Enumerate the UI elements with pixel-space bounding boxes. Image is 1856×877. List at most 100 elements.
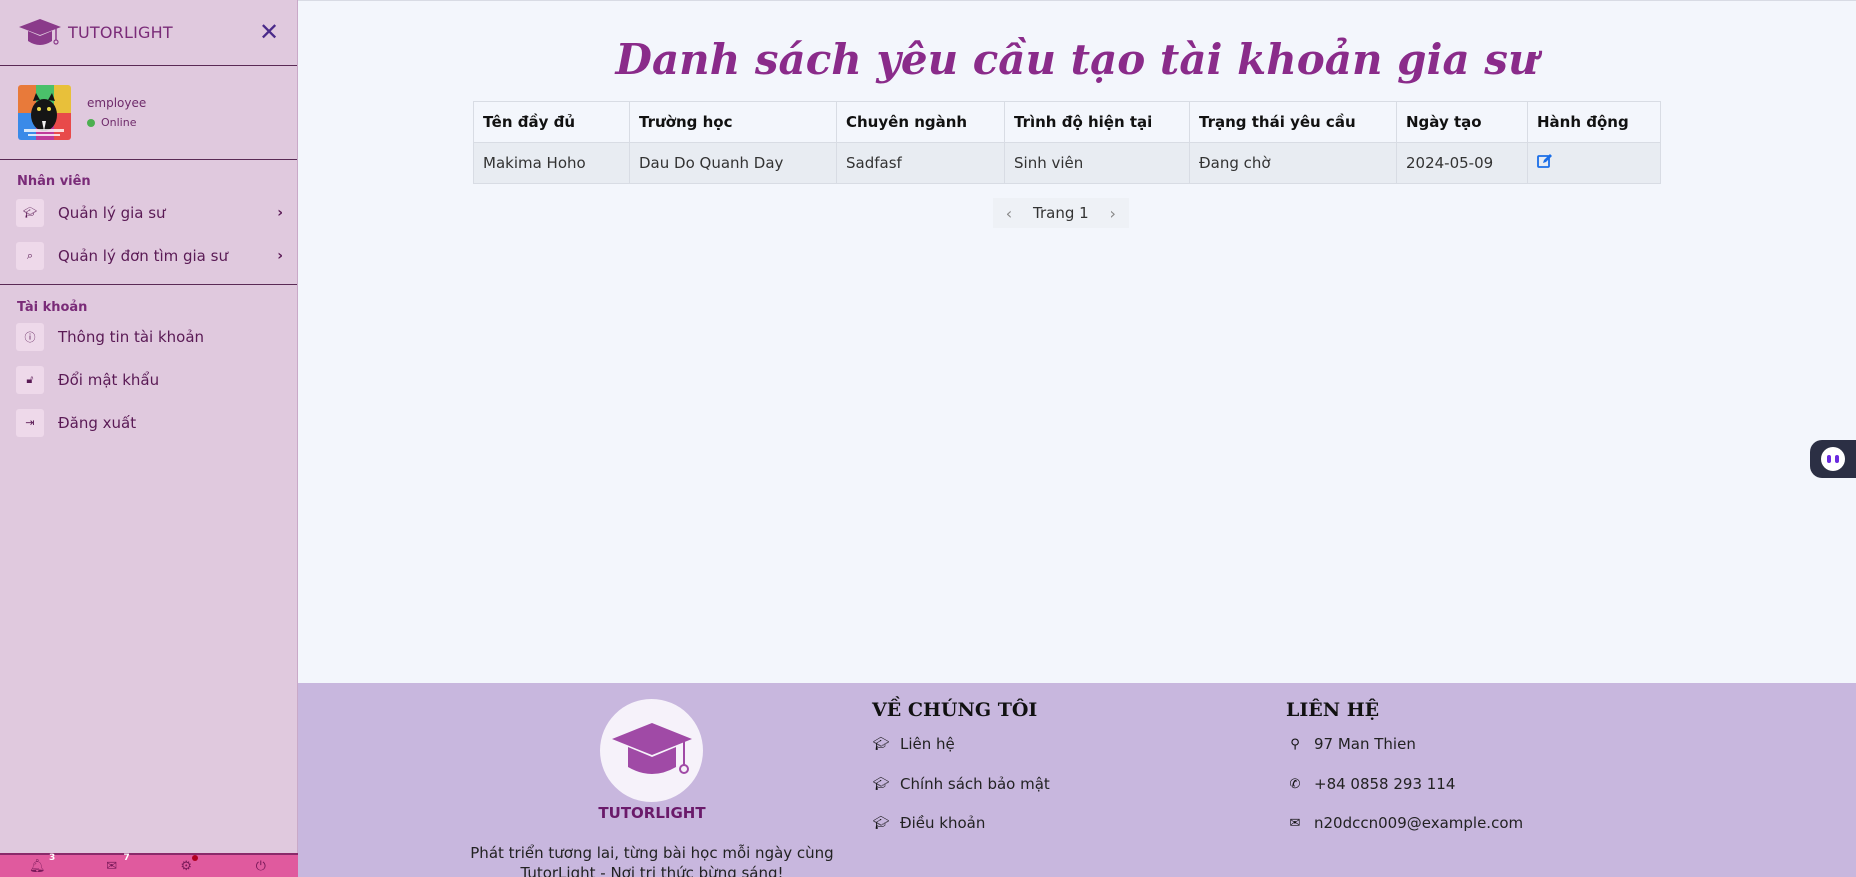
graduation-cap-icon: 🎓︎ (872, 736, 890, 752)
footer-link-terms[interactable]: 🎓︎ Điều khoản (872, 814, 986, 832)
table-header-row: Tên đầy đủ Trường học Chuyên ngành Trình… (473, 101, 1661, 143)
footer-brand: TUTORLIGHT (598, 804, 706, 822)
section-title-account: Tài khoản (17, 300, 88, 315)
cell-created-date: 2024-05-09 (1396, 142, 1528, 184)
user-panel: employee Online (0, 66, 297, 160)
cell-school: Dau Do Quanh Day (629, 142, 837, 184)
messages-count: 7 (123, 852, 130, 863)
map-marker-icon: ⚲ (1290, 736, 1300, 752)
previous-page-button[interactable]: ‹ (993, 198, 1025, 228)
settings-button[interactable]: ⚙ (174, 854, 199, 874)
brand-name: TUTORLIGHT (68, 23, 173, 42)
footer-email-label: n20dccn009@example.com (1314, 814, 1524, 832)
sidebar-item-label: Đăng xuất (58, 413, 137, 432)
requests-table: Tên đầy đủ Trường học Chuyên ngành Trình… (473, 101, 1661, 184)
sidebar-item-account-info[interactable]: ⓘ Thông tin tài khoản (0, 315, 297, 358)
close-sidebar-button[interactable]: ✕ (257, 18, 281, 46)
sidebar-item-label: Quản lý đơn tìm gia sư (58, 246, 228, 265)
cell-actions (1527, 142, 1661, 184)
chevron-left-icon: ‹ (1005, 203, 1013, 223)
graduation-cap-icon: 🎓︎ (16, 198, 44, 227)
column-header-school[interactable]: Trường học (629, 101, 837, 143)
sidebar-bottom-bar: 🔔︎ 3 ✉ 7 ⚙ ⏻ (0, 853, 298, 877)
cell-full-name: Makima Hoho (473, 142, 630, 184)
footer-email[interactable]: ✉ n20dccn009@example.com (1286, 814, 1524, 832)
settings-alert-dot (192, 854, 199, 861)
graduation-cap-icon: 🎓︎ (872, 776, 890, 792)
cell-current-level: Sinh viên (1004, 142, 1190, 184)
footer-link-label: Liên hệ (900, 735, 955, 753)
phone-icon: ✆ (1289, 776, 1301, 792)
sidebar-item-label: Quản lý gia sư (58, 203, 166, 222)
cell-major: Sadfasf (836, 142, 1005, 184)
footer-about-title: VỀ CHÚNG TÔI (872, 699, 1038, 721)
messages-button[interactable]: ✉ 7 (100, 853, 129, 874)
chatbot-button[interactable] (1810, 440, 1856, 478)
section-title-employee: Nhân viên (17, 174, 91, 189)
notifications-button[interactable]: 🔔︎ 3 (25, 853, 55, 874)
footer-slogan-line: Phát triển tương lai, từng bài học mỗi n… (470, 844, 834, 862)
next-page-button[interactable]: › (1097, 198, 1129, 228)
power-icon: ⏻ (255, 858, 266, 874)
page-indicator: Trang 1 (1033, 204, 1089, 222)
gear-icon: ⚙ (180, 858, 193, 874)
column-header-request-status[interactable]: Trạng thái yêu cầu (1189, 101, 1397, 143)
sidebar: TUTORLIGHT ✕ employee Online Nhân viên 🎓… (0, 0, 298, 877)
online-status-dot (87, 118, 95, 127)
close-icon: ✕ (258, 18, 280, 46)
power-button[interactable]: ⏻ (249, 859, 273, 874)
footer: TUTORLIGHT Phát triển tương lai, từng bà… (298, 683, 1856, 877)
sidebar-item-logout[interactable]: ⇥ Đăng xuất (0, 401, 297, 444)
footer-phone-label: +84 0858 293 114 (1314, 775, 1456, 793)
pagination: ‹ Trang 1 › (993, 198, 1129, 228)
user-name: employee (87, 96, 147, 110)
avatar[interactable] (18, 85, 71, 140)
sidebar-item-change-password[interactable]: 🔓︎ Đổi mật khẩu (0, 358, 297, 401)
footer-link-privacy-policy[interactable]: 🎓︎ Chính sách bảo mật (872, 775, 1050, 793)
column-header-current-level[interactable]: Trình độ hiện tại (1004, 101, 1190, 143)
footer-phone[interactable]: ✆ +84 0858 293 114 (1286, 775, 1456, 793)
avatar-image (18, 85, 71, 140)
edit-icon[interactable] (1537, 154, 1553, 173)
envelope-icon: ✉ (1289, 815, 1301, 831)
cell-request-status: Đang chờ (1189, 142, 1397, 184)
sidebar-item-manage-tutors[interactable]: 🎓︎ Quản lý gia sư › (0, 191, 297, 234)
page-title: Danh sách yêu cầu tạo tài khoản gia sư (615, 35, 1539, 84)
bell-icon: 🔔︎ (28, 858, 46, 874)
footer-logo (600, 699, 703, 802)
column-header-major[interactable]: Chuyên ngành (836, 101, 1005, 143)
sidebar-item-manage-tutor-requests[interactable]: ⌕ Quản lý đơn tìm gia sư › (0, 234, 297, 277)
footer-contact-title: LIÊN HỆ (1286, 699, 1380, 721)
footer-slogan-line: TutorLight - Nơi tri thức bừng sáng! (520, 864, 784, 877)
sidebar-item-label: Thông tin tài khoản (58, 327, 205, 346)
footer-address: ⚲ 97 Man Thien (1286, 735, 1416, 753)
column-header-created-date[interactable]: Ngày tạo (1396, 101, 1528, 143)
notifications-count: 3 (48, 852, 56, 863)
lock-icon: 🔓︎ (16, 365, 44, 394)
chevron-right-icon: › (277, 204, 283, 221)
sidebar-brand: TUTORLIGHT ✕ (0, 0, 297, 66)
footer-link-contact[interactable]: 🎓︎ Liên hệ (872, 735, 955, 753)
footer-slogan: Phát triển tương lai, từng bài học mỗi n… (438, 843, 866, 877)
column-header-actions: Hành động (1527, 101, 1661, 143)
user-status-label: Online (101, 116, 137, 129)
footer-link-label: Điều khoản (900, 814, 986, 832)
search-icon: ⌕ (16, 241, 44, 270)
requests-table-container: Tên đầy đủ Trường học Chuyên ngành Trình… (473, 101, 1661, 184)
info-icon: ⓘ (16, 322, 44, 351)
graduation-cap-icon: 🎓︎ (872, 815, 890, 831)
table-row: Makima Hoho Dau Do Quanh Day Sadfasf Sin… (473, 142, 1661, 184)
chatbot-icon (1821, 447, 1845, 471)
chevron-right-icon: › (277, 247, 283, 264)
graduation-cap-icon (611, 722, 692, 774)
envelope-icon: ✉ (106, 858, 118, 874)
graduation-cap-logo-icon (19, 18, 61, 45)
footer-address-label: 97 Man Thien (1314, 735, 1416, 753)
main-content: Danh sách yêu cầu tạo tài khoản gia sư T… (298, 0, 1856, 683)
chevron-right-icon: › (1109, 203, 1116, 223)
user-status: Online (87, 116, 146, 129)
footer-link-label: Chính sách bảo mật (900, 775, 1050, 793)
sign-out-icon: ⇥ (16, 408, 44, 437)
column-header-full-name[interactable]: Tên đầy đủ (473, 101, 630, 143)
sidebar-item-label: Đổi mật khẩu (58, 370, 160, 389)
